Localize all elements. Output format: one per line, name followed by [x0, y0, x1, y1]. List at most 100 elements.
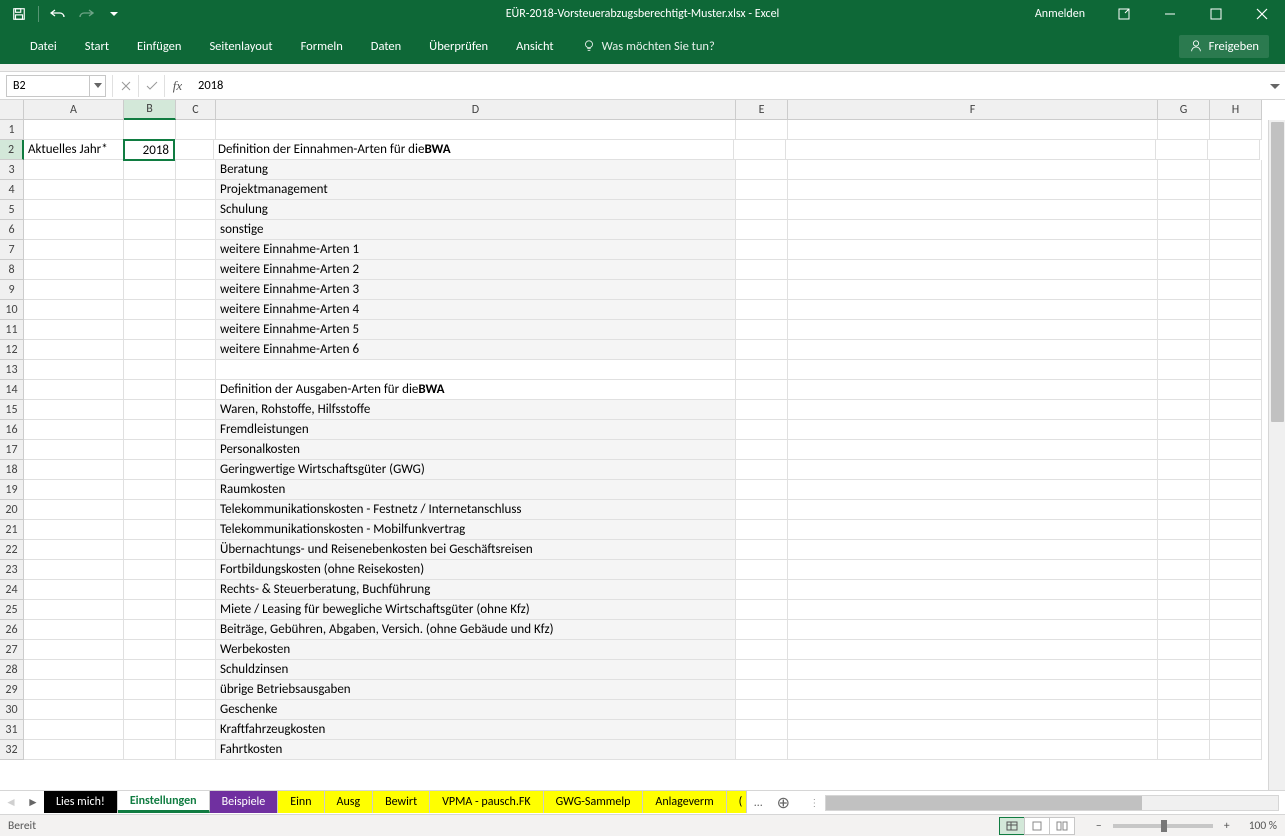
cell-D29[interactable]: übrige Betriebsausgaben: [216, 680, 736, 700]
cell-G10[interactable]: [1158, 300, 1210, 320]
cell-E10[interactable]: [736, 300, 788, 320]
cell-G16[interactable]: [1158, 420, 1210, 440]
cell-C20[interactable]: [176, 500, 216, 520]
redo-button[interactable]: [73, 2, 99, 26]
ribbon-tab-ueberpruefen[interactable]: Überprüfen: [415, 28, 502, 64]
cell-C30[interactable]: [176, 700, 216, 720]
cell-B7[interactable]: [124, 240, 176, 260]
cell-H27[interactable]: [1210, 640, 1262, 660]
cell-G14[interactable]: [1158, 380, 1210, 400]
cell-H30[interactable]: [1210, 700, 1262, 720]
sheet-nav-more[interactable]: …: [747, 791, 769, 814]
cell-E17[interactable]: [736, 440, 788, 460]
cell-H25[interactable]: [1210, 600, 1262, 620]
sheet-tab-[interactable]: (: [727, 791, 748, 813]
cell-B13[interactable]: [124, 360, 176, 380]
column-header-G[interactable]: G: [1158, 100, 1210, 120]
cell-E15[interactable]: [736, 400, 788, 420]
cell-E7[interactable]: [736, 240, 788, 260]
column-header-D[interactable]: D: [216, 100, 736, 120]
cell-G7[interactable]: [1158, 240, 1210, 260]
cell-C24[interactable]: [176, 580, 216, 600]
cell-E25[interactable]: [736, 600, 788, 620]
cell-E28[interactable]: [736, 660, 788, 680]
ribbon-tab-start[interactable]: Start: [71, 28, 123, 64]
cell-C21[interactable]: [176, 520, 216, 540]
cell-E20[interactable]: [736, 500, 788, 520]
cell-B14[interactable]: [124, 380, 176, 400]
cell-E21[interactable]: [736, 520, 788, 540]
ribbon-tab-formeln[interactable]: Formeln: [287, 28, 357, 64]
cell-F6[interactable]: [788, 220, 1158, 240]
cell-F30[interactable]: [788, 700, 1158, 720]
cell-D28[interactable]: Schuldzinsen: [216, 660, 736, 680]
column-header-F[interactable]: F: [788, 100, 1158, 120]
cell-C9[interactable]: [176, 280, 216, 300]
cell-A9[interactable]: [24, 280, 124, 300]
cell-B32[interactable]: [124, 740, 176, 760]
cell-A11[interactable]: [24, 320, 124, 340]
cell-B23[interactable]: [124, 560, 176, 580]
cell-G11[interactable]: [1158, 320, 1210, 340]
cell-E11[interactable]: [736, 320, 788, 340]
cell-H21[interactable]: [1210, 520, 1262, 540]
column-header-H[interactable]: H: [1210, 100, 1262, 120]
cell-A17[interactable]: [24, 440, 124, 460]
row-header-15[interactable]: 15: [0, 400, 24, 420]
cell-H2[interactable]: [1208, 140, 1260, 160]
cell-G19[interactable]: [1158, 480, 1210, 500]
cell-C23[interactable]: [176, 560, 216, 580]
cell-H26[interactable]: [1210, 620, 1262, 640]
cell-D15[interactable]: Waren, Rohstoffe, Hilfsstoffe: [216, 400, 736, 420]
new-sheet-button[interactable]: ⊕: [769, 793, 797, 813]
cell-F28[interactable]: [788, 660, 1158, 680]
save-button[interactable]: [6, 2, 32, 26]
cell-C28[interactable]: [176, 660, 216, 680]
sheet-nav-next[interactable]: ►: [22, 791, 44, 814]
cell-B12[interactable]: [124, 340, 176, 360]
row-header-8[interactable]: 8: [0, 260, 24, 280]
cell-E19[interactable]: [736, 480, 788, 500]
sheet-tab-liesmich[interactable]: Lies mich!: [44, 791, 118, 813]
cell-F32[interactable]: [788, 740, 1158, 760]
cell-B28[interactable]: [124, 660, 176, 680]
row-header-3[interactable]: 3: [0, 160, 24, 180]
cell-H11[interactable]: [1210, 320, 1262, 340]
cell-F15[interactable]: [788, 400, 1158, 420]
cell-E4[interactable]: [736, 180, 788, 200]
horizontal-scrollbar[interactable]: [825, 795, 1279, 811]
minimize-button[interactable]: [1147, 0, 1193, 28]
cell-G2[interactable]: [1156, 140, 1208, 160]
cell-G5[interactable]: [1158, 200, 1210, 220]
cell-H22[interactable]: [1210, 540, 1262, 560]
cell-A4[interactable]: [24, 180, 124, 200]
cell-A13[interactable]: [24, 360, 124, 380]
row-header-31[interactable]: 31: [0, 720, 24, 740]
row-header-4[interactable]: 4: [0, 180, 24, 200]
cell-E29[interactable]: [736, 680, 788, 700]
cell-A8[interactable]: [24, 260, 124, 280]
cell-C1[interactable]: [176, 120, 216, 140]
cell-E9[interactable]: [736, 280, 788, 300]
cell-H23[interactable]: [1210, 560, 1262, 580]
cell-B11[interactable]: [124, 320, 176, 340]
cell-A1[interactable]: [24, 120, 124, 140]
cell-H19[interactable]: [1210, 480, 1262, 500]
zoom-thumb[interactable]: [1161, 820, 1167, 832]
cell-A22[interactable]: [24, 540, 124, 560]
cell-E24[interactable]: [736, 580, 788, 600]
view-normal-button[interactable]: [999, 817, 1025, 835]
cell-F11[interactable]: [788, 320, 1158, 340]
cell-B17[interactable]: [124, 440, 176, 460]
cell-D19[interactable]: Raumkosten: [216, 480, 736, 500]
cell-F27[interactable]: [788, 640, 1158, 660]
cell-F4[interactable]: [788, 180, 1158, 200]
cell-H10[interactable]: [1210, 300, 1262, 320]
cell-D24[interactable]: Rechts- & Steuerberatung, Buchführung: [216, 580, 736, 600]
cell-B20[interactable]: [124, 500, 176, 520]
cell-G29[interactable]: [1158, 680, 1210, 700]
cell-C31[interactable]: [176, 720, 216, 740]
cell-F21[interactable]: [788, 520, 1158, 540]
ribbon-tab-seitenlayout[interactable]: Seitenlayout: [195, 28, 286, 64]
cell-H12[interactable]: [1210, 340, 1262, 360]
